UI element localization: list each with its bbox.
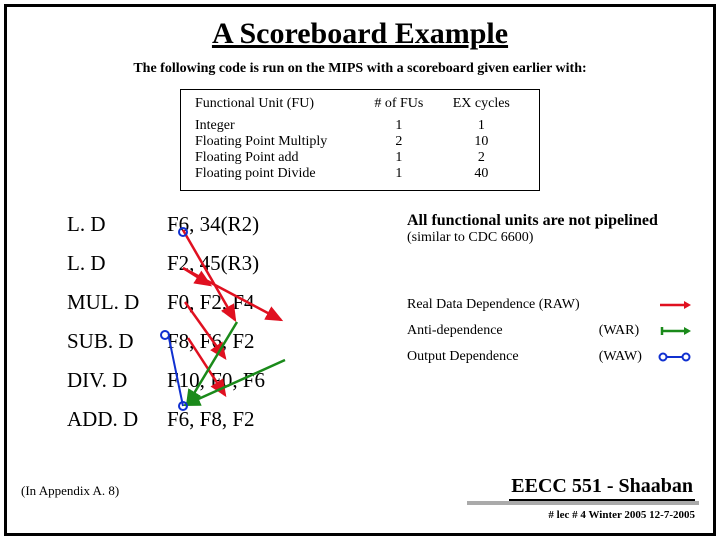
arrow-war-icon — [658, 325, 697, 337]
footer-shadow — [467, 501, 699, 505]
fu-header-row: Functional Unit (FU) # of FUs EX cycles — [195, 96, 525, 112]
code-block: L. DF6, 34(R2) L. DF2, 45(R3) MUL. DF0, … — [67, 212, 327, 446]
legend-row: Real Data Dependence (RAW) — [407, 297, 697, 313]
appendix-ref: (In Appendix A. 8) — [21, 483, 119, 499]
fu-hdr-count: # of FUs — [360, 96, 438, 112]
fu-hdr-cycles: EX cycles — [438, 96, 525, 112]
note-pipeline: All functional units are not pipelined — [407, 212, 697, 230]
arrow-waw-icon — [658, 351, 697, 363]
fu-hdr-unit: Functional Unit (FU) — [195, 96, 360, 112]
instr-row: SUB. DF8, F6, F2 — [67, 329, 327, 354]
note-cdc: (similar to CDC 6600) — [407, 230, 697, 246]
fu-table: Functional Unit (FU) # of FUs EX cycles … — [180, 89, 540, 191]
slide-intro: The following code is run on the MIPS wi… — [7, 61, 713, 77]
instr-row: DIV. DF10, F0, F6 — [67, 368, 327, 393]
footer-course: EECC 551 - Shaaban — [509, 475, 695, 501]
legend-row: Anti-dependence (WAR) — [407, 323, 697, 339]
slide-title: A Scoreboard Example — [7, 17, 713, 51]
dependence-legend: Real Data Dependence (RAW) Anti-dependen… — [407, 297, 697, 375]
fu-row: Integer11 — [195, 118, 525, 134]
instr-row: ADD. DF6, F8, F2 — [67, 407, 327, 432]
notes-block: All functional units are not pipelined (… — [407, 212, 697, 246]
fu-row: Floating Point Multiply210 — [195, 134, 525, 150]
instr-row: MUL. DF0, F2, F4 — [67, 290, 327, 315]
slide-frame: A Scoreboard Example The following code … — [4, 4, 716, 536]
arrow-raw-icon — [658, 299, 697, 311]
legend-row: Output Dependence (WAW) — [407, 349, 697, 365]
fu-row: Floating Point add12 — [195, 150, 525, 166]
instr-row: L. DF2, 45(R3) — [67, 251, 327, 276]
footer-lecture: # lec # 4 Winter 2005 12-7-2005 — [548, 509, 695, 521]
fu-row: Floating point Divide140 — [195, 166, 525, 182]
instr-row: L. DF6, 34(R2) — [67, 212, 327, 237]
